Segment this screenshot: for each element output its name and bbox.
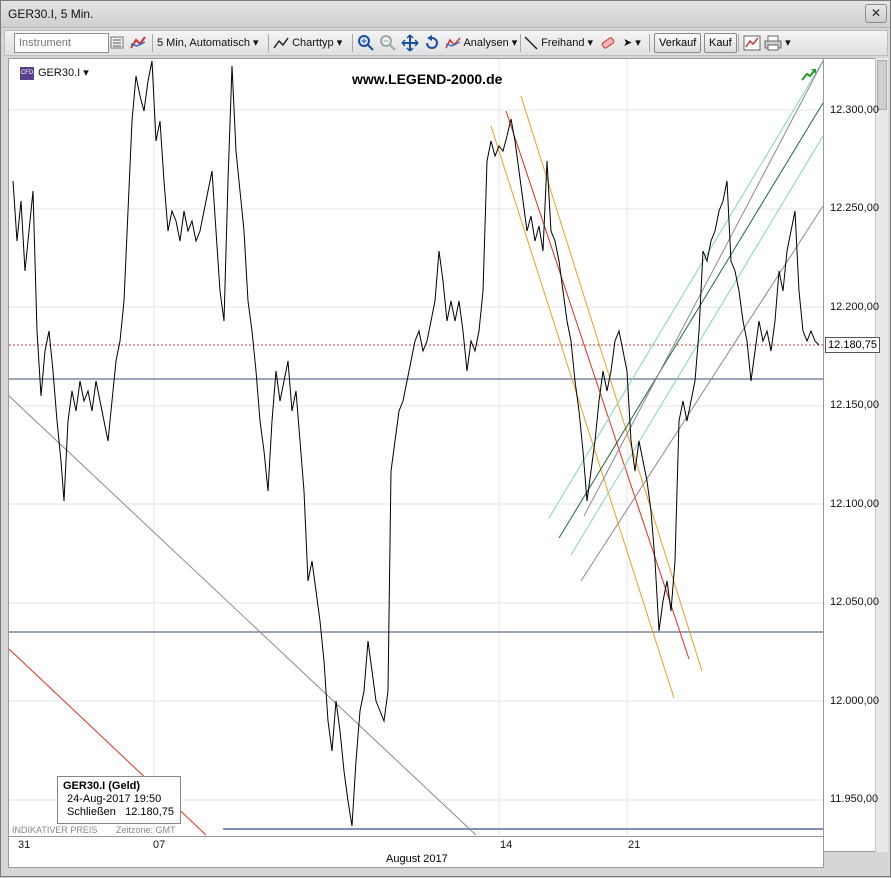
price-axis-label: 12.300,00 (830, 104, 879, 116)
info-box-datetime: 24-Aug-2017 19:50 (67, 793, 162, 805)
cfd-icon: CFD (20, 66, 34, 80)
trend-up-icon (801, 69, 816, 81)
chevron-down-icon: ▾ (83, 67, 89, 79)
price-axis-label: 12.200,00 (830, 301, 879, 313)
chart-drawing-layer (8, 59, 824, 836)
trend-lines (8, 60, 824, 836)
timezone-label: Zeitzone: GMT (116, 825, 176, 835)
instrument-selector[interactable]: CFD GER30.I ▾ (20, 66, 89, 80)
watermark-text: www.LEGEND-2000.de (352, 71, 503, 87)
time-axis-label: 07 (153, 839, 166, 851)
info-box-close-label: Schließen (67, 806, 116, 818)
time-axis-label: 21 (628, 839, 641, 851)
time-axis-label: 31 (18, 839, 31, 851)
price-axis-label: 12.250,00 (830, 202, 879, 214)
grid-lines (9, 59, 823, 835)
red-trend-line (505, 110, 690, 660)
info-box-close-value: 12.180,75 (125, 806, 175, 818)
price-axis-label: 12.150,00 (830, 399, 879, 411)
month-label: August 2017 (386, 853, 448, 865)
price-series-line (12, 60, 820, 827)
teal-channel-line (548, 60, 824, 519)
time-axis-label: 14 (500, 839, 513, 851)
price-axis-label: 11.950,00 (830, 793, 879, 805)
instrument-name: GER30.I (38, 67, 81, 79)
last-price-badge: 12.180,75 (825, 337, 880, 353)
chart-window: GER30.I, 5 Min. ✕ 5 Min, Automatisch ▾ C… (0, 0, 891, 877)
gray-trend-line (8, 395, 477, 836)
price-axis-label: 12.100,00 (830, 498, 879, 510)
info-box-title: GER30.I (Geld) (63, 780, 141, 792)
price-axis-label: 12.050,00 (830, 596, 879, 608)
price-axis-label: 12.000,00 (830, 695, 879, 707)
orange-channel-line (490, 125, 675, 699)
green-channel-line (558, 102, 824, 539)
gray-channel-line (583, 60, 824, 517)
crosshair-info-box: GER30.I (Geld) 24-Aug-2017 19:50 Schließ… (57, 776, 181, 824)
indicative-price-label: INDIKATIVER PREIS (12, 825, 98, 835)
